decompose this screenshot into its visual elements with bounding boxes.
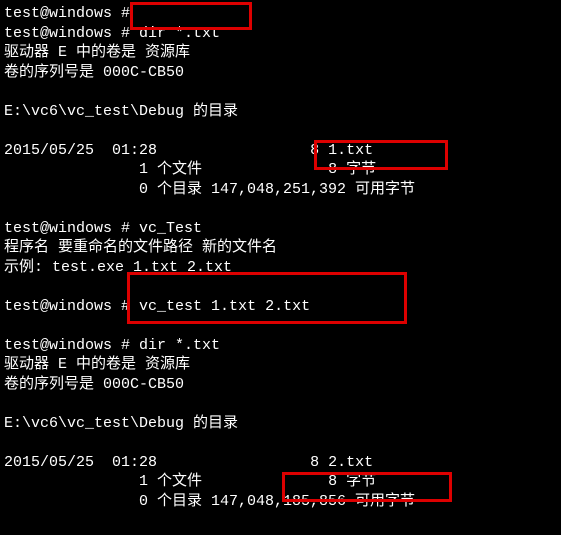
blank bbox=[4, 433, 557, 453]
summary-files: 1 个文件 8 字节 bbox=[4, 472, 557, 492]
blank bbox=[4, 277, 557, 297]
command-line-2: test@windows # vc_Test bbox=[4, 219, 557, 239]
command-line-1: test@windows # dir *.txt bbox=[4, 24, 557, 44]
output-drive-label: 驱动器 E 中的卷是 资源库 bbox=[4, 355, 557, 375]
output-serial: 卷的序列号是 000C-CB50 bbox=[4, 375, 557, 395]
command-vctest-rename: vc_test 1.txt 2.txt bbox=[139, 298, 310, 315]
usage-text: 程序名 要重命名的文件路径 新的文件名 bbox=[4, 238, 557, 258]
output-dir-path: E:\vc6\vc_test\Debug 的目录 bbox=[4, 414, 557, 434]
file-entry: 8 1.txt bbox=[310, 142, 373, 159]
output-dir-path: E:\vc6\vc_test\Debug 的目录 bbox=[4, 102, 557, 122]
blank bbox=[4, 82, 557, 102]
prompt: test@windows # bbox=[4, 25, 130, 42]
summary-dirs: 0 个目录 147,048,251,392 可用字节 bbox=[4, 180, 557, 200]
prompt: test@windows # bbox=[4, 5, 130, 22]
command-line-4: test@windows # dir *.txt bbox=[4, 336, 557, 356]
blank bbox=[4, 121, 557, 141]
file-date: 2015/05/25 01:28 bbox=[4, 142, 157, 159]
command-vctest-usage: vc_Test bbox=[139, 220, 202, 237]
file-listing-row: 2015/05/25 01:28 8 2.txt bbox=[4, 453, 557, 473]
command-line-3: test@windows # vc_test 1.txt 2.txt bbox=[4, 297, 557, 317]
summary-files: 1 个文件 8 字节 bbox=[4, 160, 557, 180]
command-dir: dir *.txt bbox=[139, 337, 220, 354]
output-serial: 卷的序列号是 000C-CB50 bbox=[4, 63, 557, 83]
file-entry: 8 2.txt bbox=[310, 454, 373, 471]
usage-example: 示例: test.exe 1.txt 2.txt bbox=[4, 258, 557, 278]
prompt-line-empty: test@windows # bbox=[4, 4, 557, 24]
command-dir: dir *.txt bbox=[139, 25, 220, 42]
blank bbox=[4, 316, 557, 336]
output-drive-label: 驱动器 E 中的卷是 资源库 bbox=[4, 43, 557, 63]
prompt: test@windows # bbox=[4, 337, 130, 354]
summary-dirs: 0 个目录 147,048,185,856 可用字节 bbox=[4, 492, 557, 512]
file-date: 2015/05/25 01:28 bbox=[4, 454, 157, 471]
prompt: test@windows # bbox=[4, 220, 130, 237]
blank bbox=[4, 199, 557, 219]
blank bbox=[4, 394, 557, 414]
prompt: test@windows # bbox=[4, 298, 130, 315]
file-listing-row: 2015/05/25 01:28 8 1.txt bbox=[4, 141, 557, 161]
